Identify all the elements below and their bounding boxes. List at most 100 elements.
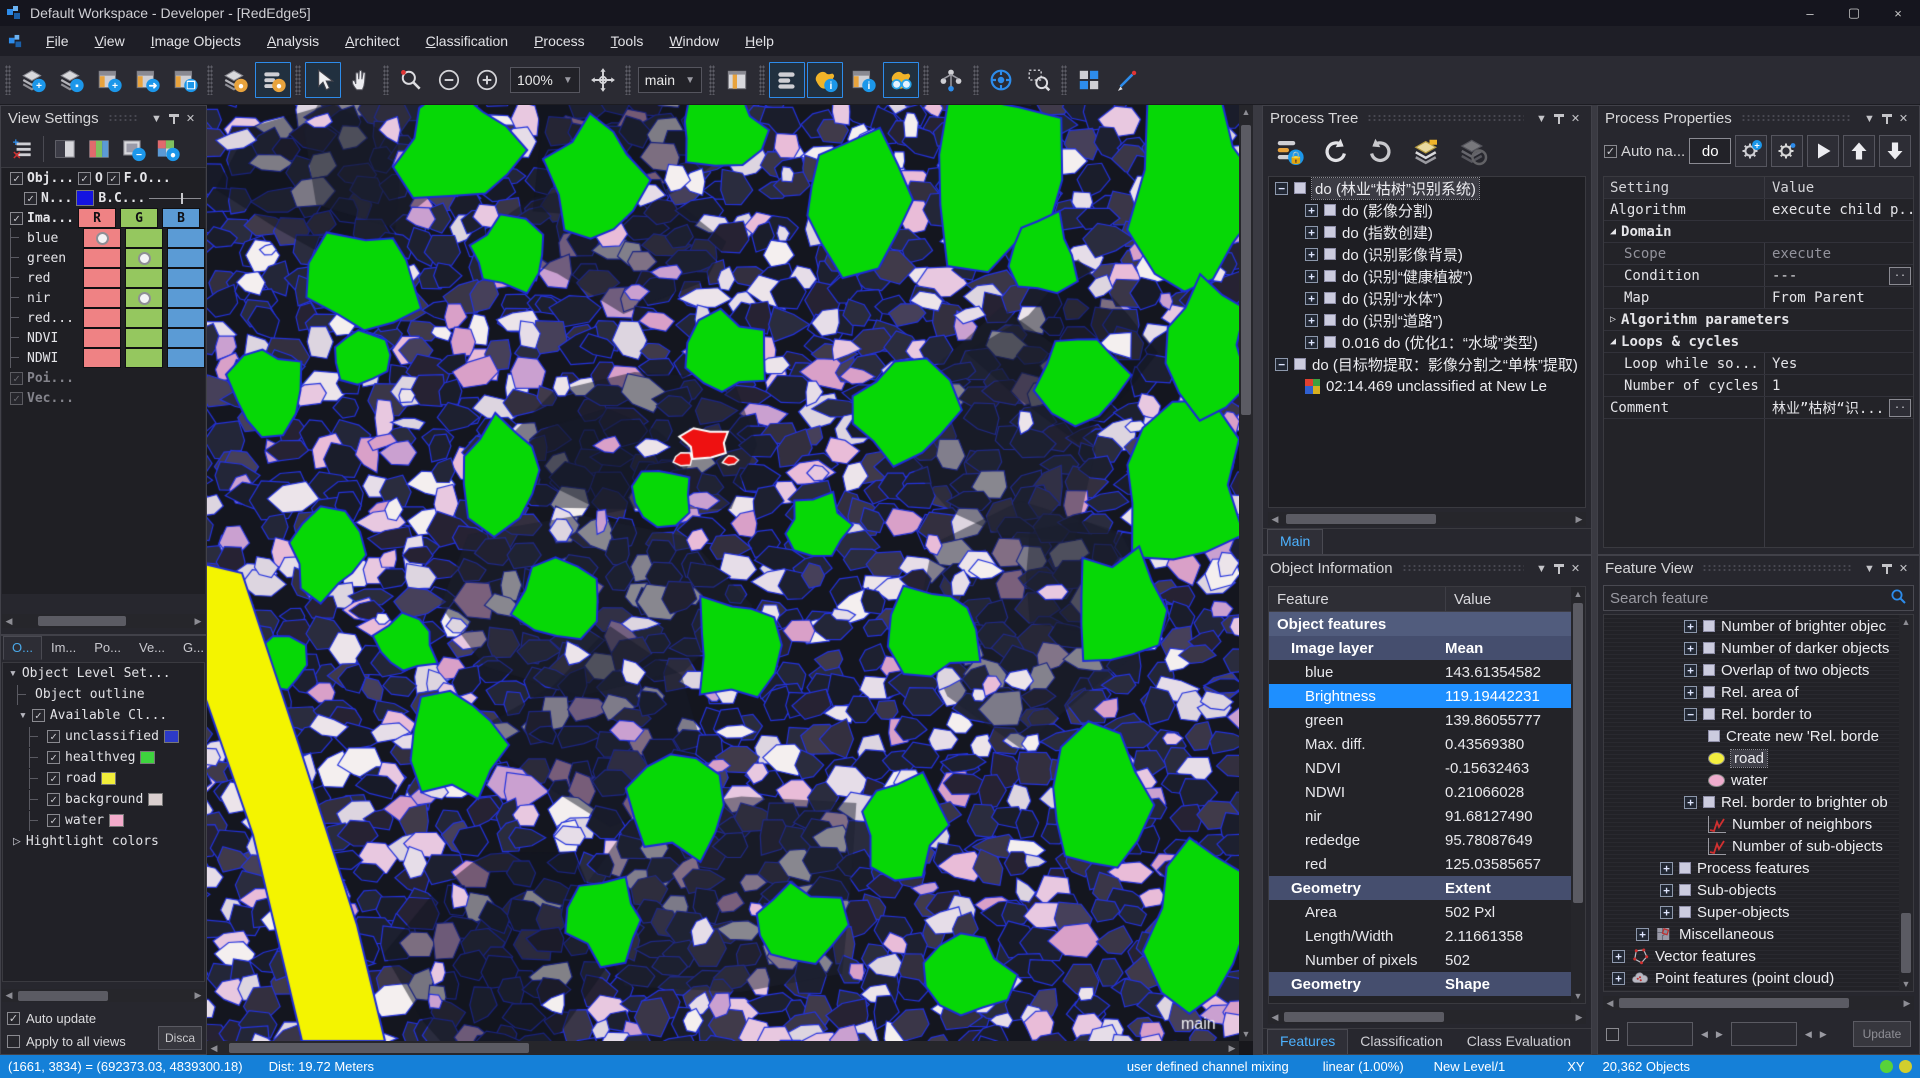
update-button[interactable]: Update — [1853, 1021, 1911, 1047]
mix-cell-B[interactable] — [167, 348, 205, 368]
toolbar-grip[interactable] — [973, 65, 979, 95]
toolbar-grip[interactable] — [295, 65, 301, 95]
layer-row-blue[interactable]: blue — [2, 228, 205, 248]
chevron-down-icon[interactable]: ▼ — [148, 111, 165, 127]
mix-slider[interactable] — [149, 198, 201, 199]
execute-layers-disabled-icon[interactable] — [1454, 133, 1492, 169]
axis-indicator[interactable]: XY — [1567, 1059, 1584, 1074]
process-node[interactable]: −do (林业“枯树”识别系统) — [1269, 177, 1585, 199]
layer-checkbox[interactable]: ✓ — [78, 172, 91, 185]
feature-view-vscrollbar[interactable]: ▲▼ — [1899, 615, 1913, 991]
oi-row-brightness[interactable]: Brightness119.19442231 — [1269, 684, 1571, 708]
process-node[interactable]: +do (指数创建) — [1269, 221, 1585, 243]
process-node[interactable]: +do (识别“道路”) — [1269, 309, 1585, 331]
oi-row-length-width[interactable]: Length/Width2.11661358 — [1269, 924, 1571, 948]
collapse-icon[interactable]: ◢ — [1610, 336, 1616, 347]
expand-icon[interactable]: + — [1305, 292, 1318, 305]
levels-tab-1[interactable]: Im... — [42, 636, 85, 660]
toolbar-grip[interactable] — [759, 65, 765, 95]
pp-value[interactable]: ---.. — [1764, 265, 1913, 286]
object-outline-node[interactable]: Object outline — [3, 684, 204, 705]
menu-image-objects[interactable]: Image Objects — [138, 26, 254, 56]
scene-compare-icon[interactable] — [983, 62, 1019, 98]
classified-image-canvas[interactable] — [207, 105, 1239, 1041]
discard-button[interactable]: Disca — [158, 1026, 202, 1050]
mix-cell-R[interactable] — [83, 248, 121, 268]
minimize-button[interactable]: – — [1788, 0, 1832, 26]
mix-cell-G[interactable] — [125, 288, 163, 308]
feature-view-hscrollbar[interactable]: ◀▶ — [1603, 996, 1914, 1010]
outline-color-chip[interactable] — [76, 190, 94, 206]
class-node-background[interactable]: ✓background — [3, 789, 204, 810]
mix-cell-B[interactable] — [167, 228, 205, 248]
mix-cell-R[interactable] — [83, 288, 121, 308]
close-icon[interactable]: ✕ — [1895, 561, 1912, 577]
redo-icon[interactable] — [1362, 133, 1400, 169]
layer-row-red[interactable]: red — [2, 268, 205, 288]
layer-row-red[interactable]: red... — [2, 308, 205, 328]
process-node[interactable]: +do (影像分割) — [1269, 199, 1585, 221]
mix-cell-B[interactable] — [167, 308, 205, 328]
feature-search-box[interactable]: Search feature — [1603, 585, 1914, 611]
pp-value[interactable]: Yes — [1764, 353, 1913, 374]
class-checkbox[interactable]: ✓ — [47, 772, 60, 785]
table-add-icon[interactable]: + — [91, 62, 127, 98]
view-settings-icon[interactable]: ● — [255, 62, 291, 98]
layer-checkbox[interactable]: ✓ — [10, 212, 23, 225]
tab-features[interactable]: Features — [1267, 1029, 1348, 1054]
process-node[interactable]: +do (识别“健康植被”) — [1269, 265, 1585, 287]
class-node-healthveg[interactable]: ✓healthveg — [3, 747, 204, 768]
list-edit-icon[interactable]: +✕ — [6, 133, 38, 165]
feature-item[interactable]: +Process features — [1604, 857, 1899, 879]
arrow-down-icon[interactable] — [1879, 135, 1911, 167]
oi-row-nir[interactable]: nir91.68127490 — [1269, 804, 1571, 828]
mix-cell-R[interactable] — [83, 308, 121, 328]
expand-icon[interactable]: + — [1612, 972, 1625, 985]
view-layer-icon[interactable] — [769, 62, 805, 98]
pp-row-map[interactable]: MapFrom Parent — [1604, 287, 1913, 309]
equalization-mode[interactable]: linear (1.00%) — [1323, 1059, 1404, 1074]
close-icon[interactable]: ✕ — [1895, 111, 1912, 127]
feature-item[interactable]: water — [1604, 769, 1899, 791]
mix-cell-R[interactable] — [83, 328, 121, 348]
class-color-chip[interactable] — [140, 751, 155, 764]
expand-icon[interactable]: + — [1660, 906, 1673, 919]
chevron-down-icon[interactable]: ▼ — [1861, 111, 1878, 127]
zoom-level-select[interactable]: 100%▼ — [510, 67, 580, 93]
max-left-arrow-icon[interactable]: ◀ — [1805, 1029, 1812, 1040]
expand-icon[interactable]: ▷ — [1610, 314, 1616, 325]
chevron-down-icon[interactable]: ▼ — [1533, 111, 1550, 127]
object-hierarchy-icon[interactable] — [933, 62, 969, 98]
toolbar-grip[interactable] — [207, 65, 213, 95]
mixer-view-icon[interactable]: ● — [151, 133, 183, 165]
menu-window[interactable]: Window — [656, 26, 732, 56]
close-icon[interactable]: ✕ — [1567, 111, 1584, 127]
expand-icon[interactable]: + — [1305, 270, 1318, 283]
feature-item[interactable]: +Miscellaneous — [1604, 923, 1899, 945]
undo-icon[interactable] — [1316, 133, 1354, 169]
expand-icon[interactable]: + — [1305, 314, 1318, 327]
oi-row-number-of-pixels[interactable]: Number of pixels502 — [1269, 948, 1571, 972]
mix-cell-G[interactable] — [125, 348, 163, 368]
expand-icon[interactable]: + — [1305, 248, 1318, 261]
image-vscrollbar[interactable]: ▲▼ — [1239, 105, 1253, 1041]
expand-icon[interactable]: + — [1684, 642, 1697, 655]
layer-row-NDWI[interactable]: NDWI — [2, 348, 205, 368]
tab-class-evaluation[interactable]: Class Evaluation — [1455, 1030, 1583, 1054]
expand-icon[interactable]: + — [1660, 884, 1673, 897]
feature-item[interactable]: +Vector features — [1604, 945, 1899, 967]
pp-value[interactable]: execute — [1764, 243, 1913, 264]
pin-icon[interactable] — [1878, 561, 1895, 577]
layer-checkbox[interactable]: ✓ — [10, 392, 23, 405]
feature-min-input[interactable] — [1627, 1022, 1693, 1046]
menu-file[interactable]: File — [33, 26, 82, 56]
pp-row-scope[interactable]: Scopeexecute — [1604, 243, 1913, 265]
drag-texture[interactable] — [1741, 114, 1852, 123]
channel-radio[interactable] — [138, 292, 151, 305]
feature-item[interactable]: −Rel. border to — [1604, 703, 1899, 725]
available-classes-checkbox[interactable]: ✓ — [32, 709, 45, 722]
rgb-view-icon[interactable] — [83, 133, 115, 165]
oi-row-area[interactable]: Area502 Pxl — [1269, 900, 1571, 924]
view-settings-hscrollbar[interactable]: ◀▶ — [2, 614, 205, 628]
process-node[interactable]: +do (识别“水体”) — [1269, 287, 1585, 309]
